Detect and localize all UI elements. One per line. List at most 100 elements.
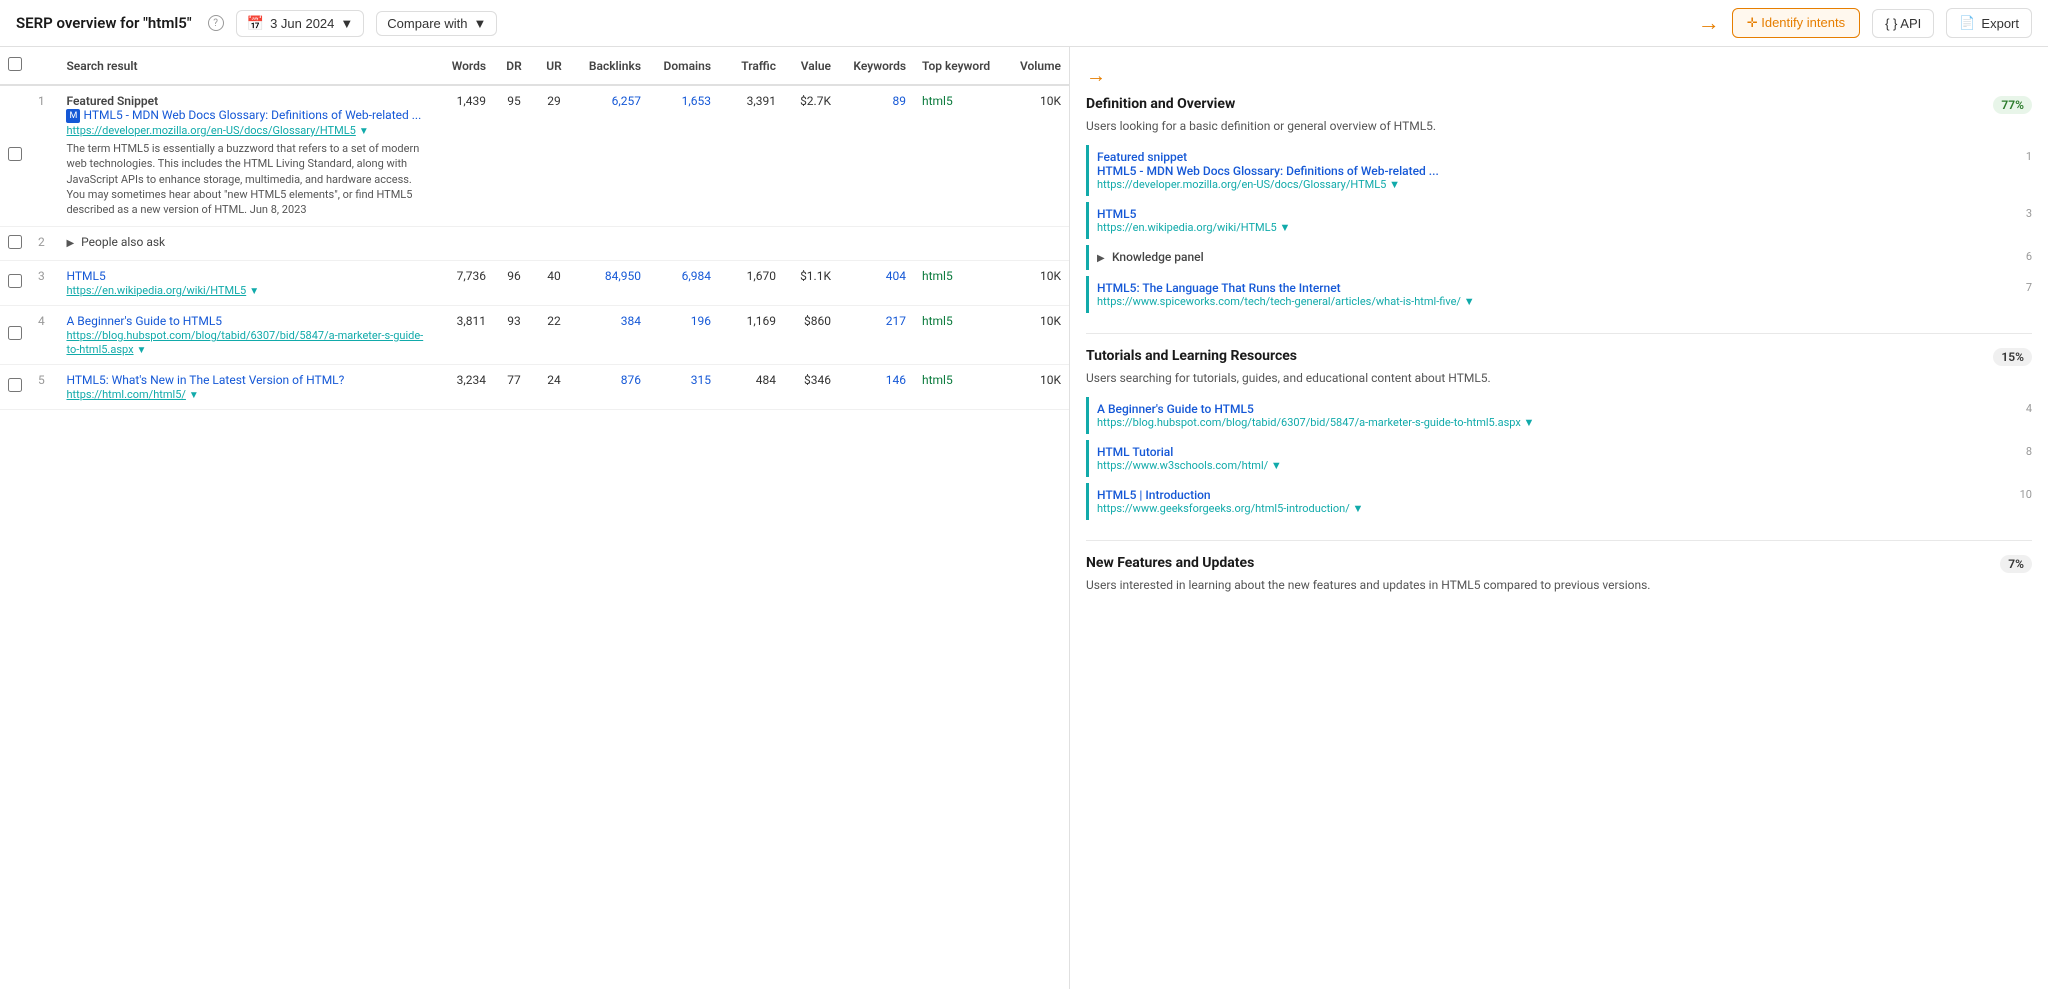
url-dropdown-icon[interactable]: ▼ [249, 286, 259, 297]
intent-item-num: 3 [2018, 207, 2032, 220]
row-number: 1 [30, 85, 58, 226]
header-actions: → ✛ Identify intents { } API 📄 Export [1698, 8, 2032, 38]
row-checkbox[interactable] [8, 378, 22, 392]
col-volume: Volume [1004, 47, 1069, 85]
api-label: { } API [1885, 16, 1921, 31]
url-dropdown-icon[interactable]: ▼ [189, 390, 199, 401]
identify-intents-button[interactable]: ✛ Identify intents [1732, 8, 1860, 38]
intent-item-url[interactable]: https://www.geeksforgeeks.org/html5-intr… [1097, 502, 2010, 515]
row-checkbox-cell [0, 85, 30, 226]
top-keyword-cell: html5 [914, 364, 1004, 409]
right-panel: → Definition and Overview 77% Users look… [1070, 47, 2048, 989]
export-icon: 📄 [1959, 15, 1975, 31]
intent-item-title: Featured snippet [1097, 150, 2010, 164]
intent-section-tutorials: Tutorials and Learning Resources 15% Use… [1086, 348, 2032, 520]
intent-item-content: HTML5 https://en.wikipedia.org/wiki/HTML… [1097, 207, 2010, 234]
result-url-link[interactable]: https://developer.mozilla.org/en-US/docs… [66, 124, 355, 137]
info-icon[interactable]: ? [208, 15, 224, 31]
table-header-row: Search result Words DR UR Backlinks Doma… [0, 47, 1069, 85]
col-keywords: Keywords [839, 47, 914, 85]
intent-item-num: 7 [2018, 281, 2032, 294]
table-row: 3 HTML5 https://en.wikipedia.org/wiki/HT… [0, 260, 1069, 305]
volume-cell: 10K [1004, 260, 1069, 305]
people-also-ask-cell: ▶ People also ask [58, 226, 1069, 260]
intent-item-content: HTML5 | Introduction https://www.geeksfo… [1097, 488, 2010, 515]
backlinks-cell: 384 [574, 305, 649, 364]
backlinks-cell: 84,950 [574, 260, 649, 305]
intent-item-link-title[interactable]: HTML Tutorial [1097, 445, 2010, 459]
col-traffic: Traffic [719, 47, 784, 85]
result-title-link[interactable]: HTML5: What's New in The Latest Version … [66, 373, 426, 387]
intent-item: Featured snippet HTML5 - MDN Web Docs Gl… [1086, 145, 2032, 196]
api-button[interactable]: { } API [1872, 9, 1934, 38]
result-title-link[interactable]: A Beginner's Guide to HTML5 [66, 314, 426, 328]
col-top-keyword: Top keyword [914, 47, 1004, 85]
row-checkbox[interactable] [8, 147, 22, 161]
intent-item-link-title[interactable]: HTML5: The Language That Runs the Intern… [1097, 281, 2010, 295]
result-url-link[interactable]: https://html.com/html5/ [66, 388, 185, 401]
intent-header: Definition and Overview 77% [1086, 96, 2032, 114]
url-dropdown-icon[interactable]: ▼ [359, 126, 369, 137]
value-cell: $1.1K [784, 260, 839, 305]
intent-item: HTML5: The Language That Runs the Intern… [1086, 276, 2032, 313]
result-title-link[interactable]: MHTML5 - MDN Web Docs Glossary: Definiti… [66, 108, 426, 123]
table-row: 2 ▶ People also ask [0, 226, 1069, 260]
dr-cell: 77 [494, 364, 534, 409]
url-dropdown-icon[interactable]: ▼ [137, 345, 147, 356]
chevron-down-icon: ▼ [340, 16, 353, 31]
intent-badge: 77% [1993, 96, 2032, 114]
col-domains: Domains [649, 47, 719, 85]
serp-table: Search result Words DR UR Backlinks Doma… [0, 47, 1069, 410]
intent-item-url[interactable]: https://developer.mozilla.org/en-US/docs… [1097, 178, 2010, 191]
intent-item-url[interactable]: https://www.w3schools.com/html/ ▼ [1097, 459, 2010, 472]
traffic-cell: 484 [719, 364, 784, 409]
col-words: Words [434, 47, 494, 85]
keywords-cell: 146 [839, 364, 914, 409]
select-all-checkbox[interactable] [8, 57, 22, 71]
keywords-cell: 404 [839, 260, 914, 305]
date-button[interactable]: 📅 3 Jun 2024 ▼ [236, 10, 365, 37]
value-cell: $2.7K [784, 85, 839, 226]
result-cell: A Beginner's Guide to HTML5 https://blog… [58, 305, 434, 364]
title-keyword: "html5" [143, 14, 191, 32]
table-row: 4 A Beginner's Guide to HTML5 https://bl… [0, 305, 1069, 364]
row-checkbox-cell [0, 305, 30, 364]
date-label: 3 Jun 2024 [270, 16, 334, 31]
intent-item-link-title[interactable]: HTML5 | Introduction [1097, 488, 2010, 502]
row-checkbox-cell [0, 260, 30, 305]
intent-item-num: 4 [2018, 402, 2032, 415]
intent-item-link-title[interactable]: HTML5 [1097, 207, 2010, 221]
result-url-link[interactable]: https://blog.hubspot.com/blog/tabid/6307… [66, 329, 423, 356]
value-cell: $346 [784, 364, 839, 409]
row-checkbox-cell [0, 364, 30, 409]
intent-item-url[interactable]: https://en.wikipedia.org/wiki/HTML5 ▼ [1097, 221, 2010, 234]
intent-item-url[interactable]: https://www.spiceworks.com/tech/tech-gen… [1097, 295, 2010, 308]
intent-item: HTML5 | Introduction https://www.geeksfo… [1086, 483, 2032, 520]
section-divider [1086, 333, 2032, 334]
col-check [0, 47, 30, 85]
result-cell: HTML5: What's New in The Latest Version … [58, 364, 434, 409]
intent-item-url[interactable]: https://blog.hubspot.com/blog/tabid/6307… [1097, 416, 2010, 429]
row-checkbox[interactable] [8, 326, 22, 340]
row-checkbox[interactable] [8, 235, 22, 249]
intent-item-link-title[interactable]: A Beginner's Guide to HTML5 [1097, 402, 2010, 416]
row-checkbox[interactable] [8, 274, 22, 288]
compare-button[interactable]: Compare with ▼ [376, 11, 497, 36]
intent-item-content: HTML Tutorial https://www.w3schools.com/… [1097, 445, 2010, 472]
url-dropdown-icon: ▼ [1352, 502, 1363, 515]
dr-cell: 96 [494, 260, 534, 305]
backlinks-cell: 876 [574, 364, 649, 409]
result-title-link[interactable]: HTML5 [66, 269, 426, 283]
people-also-ask-label: People also ask [81, 235, 165, 249]
intent-item: A Beginner's Guide to HTML5 https://blog… [1086, 397, 2032, 434]
intent-item-num: 6 [2018, 250, 2032, 263]
intent-item: HTML Tutorial https://www.w3schools.com/… [1086, 440, 2032, 477]
export-button[interactable]: 📄 Export [1946, 8, 2032, 38]
col-ur: UR [534, 47, 574, 85]
intent-item-link-title[interactable]: HTML5 - MDN Web Docs Glossary: Definitio… [1097, 164, 2010, 178]
volume-cell: 10K [1004, 364, 1069, 409]
result-url-link[interactable]: https://en.wikipedia.org/wiki/HTML5 [66, 284, 246, 297]
ur-cell: 22 [534, 305, 574, 364]
ur-cell: 40 [534, 260, 574, 305]
top-keyword-cell: html5 [914, 260, 1004, 305]
